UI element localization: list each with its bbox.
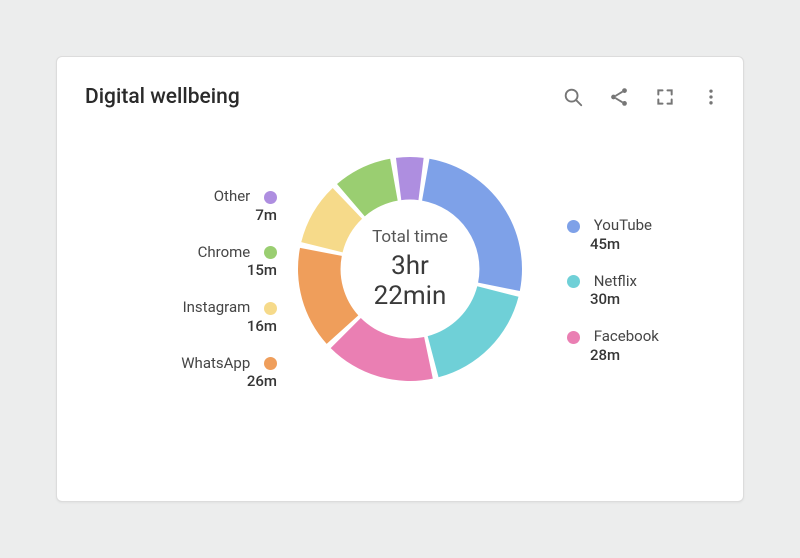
donut-segment-facebook	[331, 318, 433, 381]
page-title: Digital wellbeing	[85, 85, 240, 109]
legend-label: Facebook	[594, 327, 659, 345]
legend-item-chrome: Chrome 15m	[137, 243, 277, 281]
legend-item-youtube: YouTube 45m	[567, 216, 727, 254]
legend-item-facebook: Facebook 28m	[567, 327, 727, 365]
legend-item-other: Other 7m	[137, 187, 277, 225]
legend-swatch	[264, 246, 277, 259]
chart-center: Total time 3hr 22min	[352, 227, 468, 311]
legend-value: 7m	[255, 206, 277, 224]
legend-left: Other 7m Chrome 15m Instagram 16m WhatsA…	[137, 187, 277, 409]
card-header: Digital wellbeing	[85, 85, 723, 109]
search-icon[interactable]	[561, 85, 585, 109]
legend-label: Netflix	[594, 272, 637, 290]
legend-item-instagram: Instagram 16m	[137, 298, 277, 336]
chart-center-label: Total time	[352, 227, 468, 247]
legend-label: Other	[214, 187, 251, 205]
legend-value: 15m	[247, 261, 277, 279]
legend-label: Chrome	[198, 243, 251, 261]
legend-label: YouTube	[594, 216, 652, 234]
legend-swatch	[264, 302, 277, 315]
donut-segment-other	[396, 157, 424, 200]
legend-swatch	[264, 357, 277, 370]
wellbeing-card: Digital wellbeing Other 7m Chrome 1	[56, 56, 744, 502]
legend-label: Instagram	[183, 298, 251, 316]
share-icon[interactable]	[607, 85, 631, 109]
legend-value: 30m	[590, 290, 620, 308]
legend-swatch	[264, 191, 277, 204]
legend-item-whatsapp: WhatsApp 26m	[137, 354, 277, 392]
more-icon[interactable]	[699, 85, 723, 109]
card-toolbar	[561, 85, 723, 109]
chart-center-value: 3hr 22min	[352, 251, 468, 311]
legend-value: 26m	[247, 372, 277, 390]
legend-right: YouTube 45m Netflix 30m Facebook 28m	[567, 216, 727, 383]
donut-chart: Total time 3hr 22min	[294, 153, 526, 385]
donut-segment-whatsapp	[298, 248, 358, 344]
legend-swatch	[567, 331, 580, 344]
fullscreen-icon[interactable]	[653, 85, 677, 109]
legend-label: WhatsApp	[181, 354, 250, 372]
legend-value: 45m	[590, 235, 620, 253]
legend-swatch	[567, 275, 580, 288]
legend-item-netflix: Netflix 30m	[567, 272, 727, 310]
legend-swatch	[567, 220, 580, 233]
legend-value: 28m	[590, 346, 620, 364]
legend-value: 16m	[247, 317, 277, 335]
